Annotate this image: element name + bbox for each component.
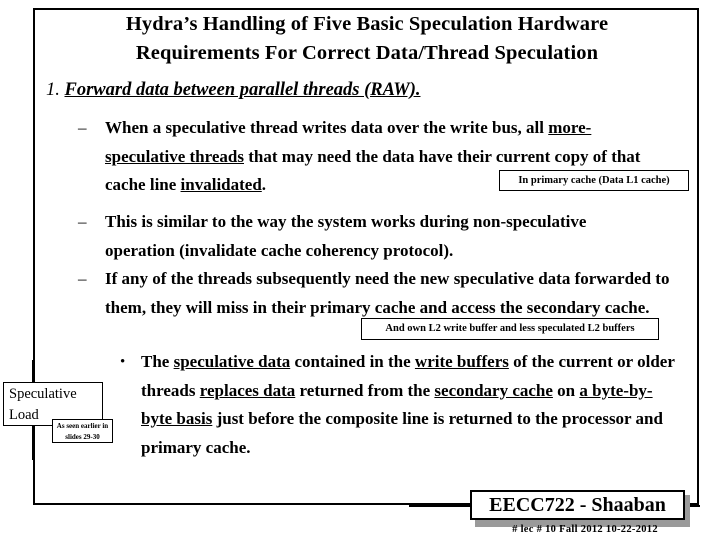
bullet-1-seg-0: When a speculative thread writes data ov…: [105, 118, 549, 137]
callout-slides-reference: As seen earlier in slides 29-30: [52, 419, 113, 443]
sub-seg-7: secondary cache: [434, 380, 553, 400]
bullet-2-text: This is similar to the way the system wo…: [105, 212, 587, 260]
heading-number: 1.: [46, 80, 60, 100]
callout-primary-cache: In primary cache (Data L1 cache): [499, 170, 689, 191]
bullet-3-text: If any of the threads subsequently need …: [105, 269, 670, 317]
sub-seg-1: speculative data: [173, 352, 291, 371]
bullet-marker: –: [78, 212, 87, 231]
title-line-1: Hydra’s Handling of Five Basic Speculati…: [125, 13, 609, 35]
numbered-heading: 1. Forward data between parallel threads…: [46, 78, 421, 102]
heading-text: Forward data between parallel threads (R…: [64, 80, 421, 100]
sub-seg-8: on: [552, 380, 580, 400]
sub-bullet-item: • The speculative data contained in the …: [120, 348, 680, 462]
bullet-marker: –: [78, 269, 87, 288]
sub-bullet-marker: •: [120, 354, 126, 370]
sub-seg-10: just before the composite line is return…: [141, 409, 663, 457]
callout-l2-write-buffers: And own L2 write buffer and less specula…: [361, 318, 659, 340]
footer-course-box: EECC722 - Shaaban: [470, 490, 685, 520]
bullet-1-seg-4: .: [261, 175, 267, 194]
sub-seg-6: returned from the: [295, 380, 435, 400]
sub-bullet-text: The speculative data contained in the wr…: [141, 348, 680, 462]
sub-seg-0: The: [141, 352, 174, 371]
bullet-item-2: – This is similar to the way the system …: [78, 208, 638, 265]
sub-seg-2: contained in the: [290, 352, 415, 371]
footer-meta: # lec # 10 Fall 2012 10-22-2012: [512, 524, 658, 535]
title-line-2: Requirements For Correct Data/Thread Spe…: [135, 42, 599, 64]
bullet-1-seg-3: invalidated: [180, 175, 262, 194]
sub-seg-5: replaces data: [199, 380, 296, 400]
slide-title: Hydra’s Handling of Five Basic Speculati…: [36, 10, 698, 68]
bullet-marker: –: [78, 118, 87, 137]
sub-seg-3: write buffers: [414, 352, 509, 371]
bullet-item-3: – If any of the threads subsequently nee…: [78, 265, 678, 322]
